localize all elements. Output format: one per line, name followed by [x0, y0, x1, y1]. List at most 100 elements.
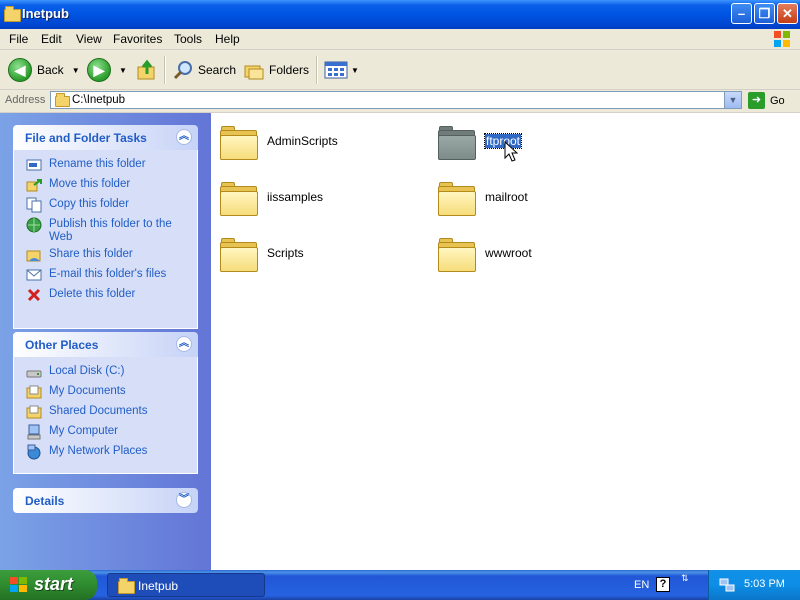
task-label: Publish this folder to the Web: [49, 218, 172, 243]
folder-item[interactable]: iissamples: [220, 180, 420, 220]
folder-view: AdminScripts ftproot iissamples mailroot…: [211, 113, 800, 570]
language-indicator[interactable]: EN: [634, 579, 649, 591]
panel-header[interactable]: File and Folder Tasks ︽: [13, 125, 198, 150]
panel-title: Other Places: [25, 338, 99, 352]
task-rename-folder[interactable]: Rename this folder: [14, 156, 197, 176]
folder-item[interactable]: Scripts: [220, 236, 420, 276]
panel-header[interactable]: Details ︾: [13, 488, 198, 513]
task-label: Move this folder: [49, 178, 131, 190]
other-places-panel: Other Places ︽ Local Disk (C:) My Docume…: [13, 332, 198, 474]
folder-icon: [220, 126, 258, 160]
views-icon: [324, 61, 348, 79]
place-my-documents[interactable]: My Documents: [14, 383, 197, 403]
toolbar: ◀ Back ▼ ▶ ▼ Search Folders ▼: [0, 50, 800, 90]
place-label: My Network Places: [49, 445, 148, 457]
start-button[interactable]: start: [0, 570, 97, 600]
task-label: Share this folder: [49, 248, 133, 260]
place-label: My Computer: [49, 425, 119, 437]
menu-bar: File Edit View Favorites Tools Help: [0, 29, 800, 50]
folder-icon: [55, 93, 70, 107]
delete-icon: [27, 288, 41, 302]
minimize-button[interactable]: –: [731, 3, 752, 24]
arrows-icon[interactable]: ⇅: [681, 574, 689, 583]
task-publish-folder[interactable]: Publish this folder to the Web: [14, 216, 197, 246]
my-computer-icon: [27, 424, 41, 440]
help-icon[interactable]: ?: [656, 577, 670, 592]
place-local-disk[interactable]: Local Disk (C:): [14, 363, 197, 383]
chevron-down-icon: ▼: [728, 95, 738, 105]
folders-label: Folders: [269, 63, 310, 77]
back-arrow-icon: ◀: [8, 58, 32, 82]
menu-tools[interactable]: Tools: [174, 32, 202, 46]
task-move-folder[interactable]: Move this folder: [14, 176, 197, 196]
clock[interactable]: 5:03 PM: [744, 578, 785, 590]
taskbar-item-inetpub[interactable]: Inetpub: [107, 573, 265, 597]
restore-icon: ❐: [758, 6, 771, 21]
task-label: Copy this folder: [49, 198, 129, 210]
folder-item[interactable]: wwwroot: [438, 236, 638, 276]
task-delete-folder[interactable]: Delete this folder: [14, 286, 197, 306]
folders-icon: [244, 65, 264, 80]
search-button[interactable]: Search: [172, 56, 236, 84]
views-button[interactable]: ▼: [324, 56, 359, 84]
back-button[interactable]: ◀ Back ▼: [8, 56, 80, 84]
place-my-network-places[interactable]: My Network Places: [14, 443, 197, 463]
place-shared-documents[interactable]: Shared Documents: [14, 403, 197, 423]
panel-header[interactable]: Other Places ︽: [13, 332, 198, 357]
email-icon: [26, 269, 42, 281]
folder-name: wwwroot: [485, 246, 532, 260]
task-pane: File and Folder Tasks ︽ Rename this fold…: [0, 113, 211, 570]
title-bar[interactable]: Inetpub – ❐ ✕: [0, 0, 800, 29]
chevron-down-icon: ▼: [71, 65, 80, 75]
taskbar: start Inetpub EN ? ⇅ 5:03 PM: [0, 570, 800, 600]
task-label: Rename this folder: [49, 158, 146, 170]
folder-item[interactable]: AdminScripts: [220, 124, 420, 164]
search-label: Search: [198, 63, 237, 77]
address-input[interactable]: C:\Inetpub ▼: [50, 91, 742, 109]
my-documents-icon: [26, 385, 42, 399]
back-label: Back: [37, 63, 64, 77]
windows-logo-icon: [774, 31, 790, 47]
search-icon: [173, 61, 192, 80]
task-label: E-mail this folder's files: [49, 268, 167, 280]
folder-icon: [438, 126, 476, 160]
network-places-icon: [27, 444, 41, 460]
panel-title: File and Folder Tasks: [25, 131, 147, 145]
collapse-icon[interactable]: ︽: [176, 336, 192, 352]
close-button[interactable]: ✕: [777, 3, 798, 24]
address-dropdown-button[interactable]: ▼: [724, 92, 741, 108]
task-email-files[interactable]: E-mail this folder's files: [14, 266, 197, 286]
menu-favorites[interactable]: Favorites: [113, 32, 162, 46]
network-icon[interactable]: [719, 577, 735, 593]
up-folder-icon: [137, 59, 155, 80]
up-folder-button[interactable]: [136, 56, 158, 84]
folders-button[interactable]: Folders: [243, 56, 309, 84]
expand-icon[interactable]: ︾: [176, 492, 192, 508]
start-label: start: [34, 574, 74, 594]
collapse-icon[interactable]: ︽: [176, 129, 192, 145]
toolbar-separator: [316, 56, 318, 84]
place-label: Shared Documents: [49, 405, 148, 417]
folder-icon: [220, 182, 258, 216]
folder-item[interactable]: mailroot: [438, 180, 638, 220]
task-share-folder[interactable]: Share this folder: [14, 246, 197, 266]
windows-flag-icon: [10, 577, 27, 592]
folder-item[interactable]: ftproot: [438, 124, 638, 164]
folder-icon: [4, 6, 21, 22]
go-button[interactable]: ➜ Go: [748, 92, 785, 109]
move-icon: [26, 179, 42, 192]
panel-title: Details: [25, 494, 65, 508]
menu-file[interactable]: File: [9, 32, 28, 46]
menu-edit[interactable]: Edit: [41, 32, 62, 46]
file-folder-tasks-panel: File and Folder Tasks ︽ Rename this fold…: [13, 125, 198, 329]
address-bar: Address C:\Inetpub ▼ ➜ Go: [0, 90, 800, 113]
folder-icon: [220, 238, 258, 272]
forward-button[interactable]: ▶ ▼: [87, 56, 127, 84]
folder-name: mailroot: [485, 190, 528, 204]
place-my-computer[interactable]: My Computer: [14, 423, 197, 443]
maximize-button[interactable]: ❐: [754, 3, 775, 24]
menu-view[interactable]: View: [76, 32, 102, 46]
task-copy-folder[interactable]: Copy this folder: [14, 196, 197, 216]
menu-help[interactable]: Help: [215, 32, 240, 46]
address-path: C:\Inetpub: [72, 94, 126, 106]
